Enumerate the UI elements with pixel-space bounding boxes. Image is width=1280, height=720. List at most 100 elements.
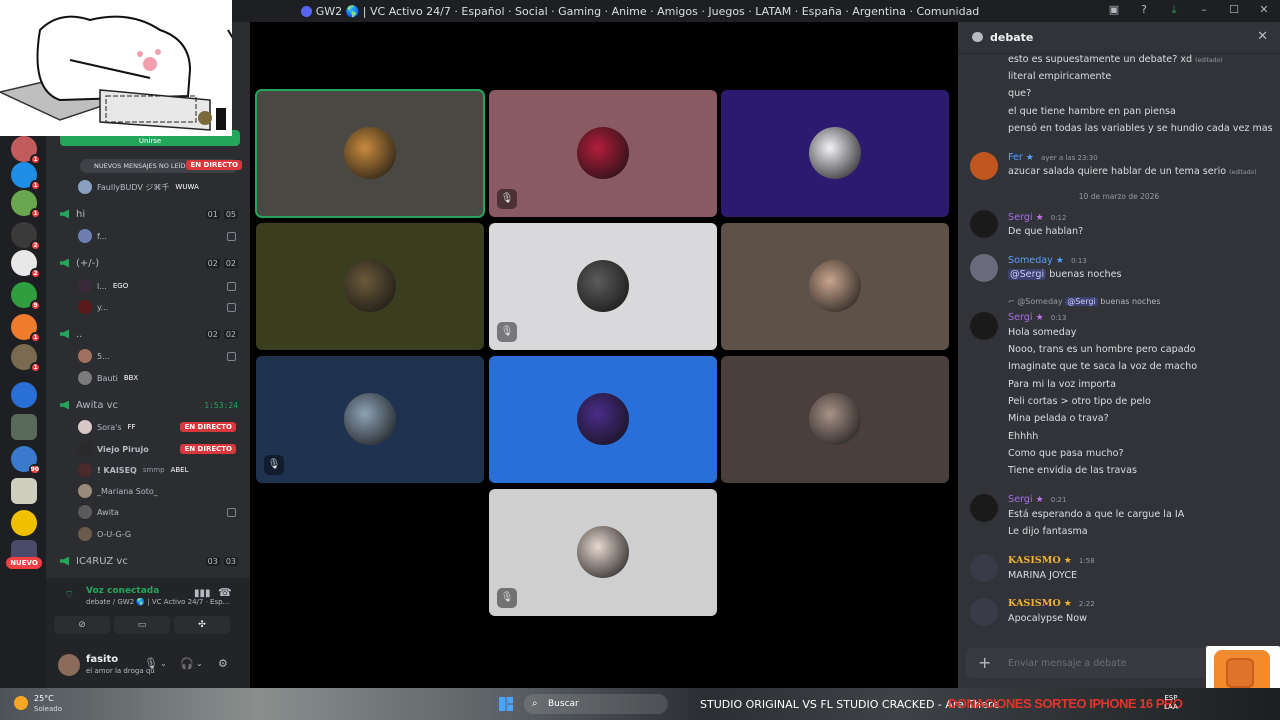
headphones-icon[interactable]: 🎧	[180, 657, 194, 670]
voice-channel[interactable]: (+/-) 02 02	[46, 254, 250, 272]
voice-user[interactable]: O-U-G-G	[78, 525, 244, 543]
screen-share-button[interactable]: ▭	[114, 616, 170, 634]
voice-channel[interactable]: IC4RUZ vc 03 03	[46, 552, 250, 570]
message-line: pensó en todas las variables y se hundio…	[1008, 123, 1273, 134]
inbox-icon[interactable]: ▣	[1106, 3, 1122, 17]
language-indicator[interactable]: ESP LAA	[1164, 694, 1178, 712]
voice-user[interactable]: _Mariana Soto_	[78, 482, 244, 500]
user-tag: WUWA	[175, 183, 199, 191]
avatar	[78, 484, 92, 498]
participant-tile[interactable]: 🎙	[489, 223, 717, 350]
voice-user[interactable]: Bauti BBX	[78, 369, 244, 387]
camera-icon	[227, 302, 236, 312]
new-badge[interactable]: NUEVO	[6, 557, 42, 569]
avatar[interactable]	[970, 598, 998, 626]
avatar[interactable]	[58, 654, 80, 676]
voice-channel[interactable]: .. 02 02	[46, 325, 250, 343]
voice-user[interactable]: y...	[78, 298, 244, 316]
participant-tile[interactable]	[721, 90, 949, 217]
user-name: 5...	[97, 351, 110, 361]
download-icon[interactable]: ⤓	[1166, 3, 1182, 17]
server-icon[interactable]: 1	[11, 136, 41, 165]
avatar[interactable]	[970, 254, 998, 282]
server-icon[interactable]: 9	[11, 282, 41, 311]
speaker-icon	[60, 556, 69, 566]
user-tag: FF	[127, 423, 136, 431]
avatar	[78, 505, 92, 519]
participant-tile[interactable]: 🎙	[256, 356, 484, 483]
close-button[interactable]: ✕	[1256, 3, 1272, 17]
speaker-icon	[60, 329, 69, 339]
avatar[interactable]	[970, 554, 998, 582]
add-attachment-icon[interactable]: +	[978, 653, 991, 672]
voice-user[interactable]: 5...	[78, 347, 244, 365]
voice-user[interactable]: l... EGO	[78, 277, 244, 295]
close-icon[interactable]: ✕	[1257, 29, 1268, 44]
participant-tile[interactable]	[256, 223, 484, 350]
server-icon[interactable]: 1	[11, 162, 41, 191]
reply-preview[interactable]: ⌐ @Someday @Sergi buenas noches	[1008, 297, 1160, 306]
voice-user[interactable]: Sora's FF EN DIRECTO	[78, 418, 244, 436]
voice-user[interactable]: f...	[78, 227, 244, 245]
server-icon[interactable]	[11, 414, 37, 440]
participant-tile[interactable]: 🎙	[489, 489, 717, 616]
chat-bubble-icon	[972, 32, 983, 42]
chevron-down-icon[interactable]: ⌄	[160, 659, 167, 668]
participant-avatar	[577, 393, 629, 445]
speaker-icon	[60, 209, 69, 219]
author-name[interactable]: Someday	[1008, 255, 1053, 266]
microphone-icon[interactable]: 🎙	[144, 657, 158, 670]
maximize-button[interactable]: ☐	[1226, 3, 1242, 17]
server-icon[interactable]	[11, 478, 37, 504]
server-icon[interactable]: 2	[11, 250, 41, 279]
author-name[interactable]: Sergi	[1008, 212, 1033, 223]
help-icon[interactable]: ?	[1136, 3, 1152, 17]
window-title: GW2 🌎 | VC Activo 24/7 · Español · Socia…	[315, 4, 980, 18]
author-name[interactable]: Sergi	[1008, 312, 1033, 323]
participant-tile[interactable]	[721, 223, 949, 350]
voice-user[interactable]: Viejo Pirujo EN DIRECTO	[78, 440, 244, 458]
message-line: MARINA JOYCE	[1008, 570, 1078, 581]
voice-user[interactable]: Awita	[78, 503, 244, 521]
server-icon[interactable]: 2	[11, 222, 41, 251]
avatar[interactable]	[970, 152, 998, 180]
participant-tile[interactable]	[255, 89, 485, 218]
participant-tile[interactable]: 🎙	[489, 90, 717, 217]
author-name[interactable]: Fer	[1008, 152, 1023, 163]
server-icon[interactable]: 90	[11, 446, 41, 475]
minimize-button[interactable]: –	[1196, 3, 1212, 17]
voice-channel[interactable]: hi 01 05	[46, 205, 250, 223]
server-icon[interactable]: 1	[11, 314, 41, 343]
author-name[interactable]: KASISMO	[1008, 598, 1061, 609]
windows-start-icon[interactable]	[499, 697, 513, 711]
camera-button[interactable]: ⊘	[54, 616, 110, 634]
chevron-down-icon[interactable]: ⌄	[196, 659, 203, 668]
camera-module	[1226, 658, 1254, 688]
server-icon[interactable]	[11, 510, 37, 536]
gear-icon[interactable]: ⚙	[218, 657, 228, 670]
voice-user[interactable]: ! KAISEQ smmp ABEL	[78, 461, 244, 479]
avatar[interactable]	[970, 210, 998, 238]
avatar[interactable]	[970, 494, 998, 522]
voice-user[interactable]: FaullyBUDV ジ⌘千 WUWA	[78, 178, 244, 196]
participant-avatar	[344, 393, 396, 445]
author-name[interactable]: Sergi	[1008, 494, 1033, 505]
soundwave-icon[interactable]: ▮▮▮	[194, 588, 211, 599]
server-icon[interactable]: 1	[11, 344, 41, 373]
avatar[interactable]	[970, 312, 998, 340]
activities-button[interactable]: ✣	[174, 616, 230, 634]
disconnect-icon[interactable]: ☎	[218, 586, 232, 599]
taskbar-search[interactable]: ⌕ Buscar	[524, 694, 668, 714]
username[interactable]: fasito	[86, 654, 118, 665]
user-mention[interactable]: @Sergi	[1008, 269, 1047, 280]
muted-microphone-icon: 🎙	[264, 455, 284, 475]
server-icon[interactable]	[11, 382, 37, 408]
message-header: Sergi ★ 0:21	[1008, 494, 1066, 505]
voice-channel[interactable]: Awita vc 1:53:24	[46, 396, 250, 414]
camera-icon	[227, 281, 236, 291]
server-icon[interactable]: 1	[11, 190, 41, 219]
author-name[interactable]: KASISMO	[1008, 555, 1061, 566]
voice-channel-link[interactable]: debate / GW2 🌎 | VC Activo 24/7 · Esp...	[86, 598, 236, 606]
participant-tile[interactable]	[489, 356, 717, 483]
participant-tile[interactable]	[721, 356, 949, 483]
